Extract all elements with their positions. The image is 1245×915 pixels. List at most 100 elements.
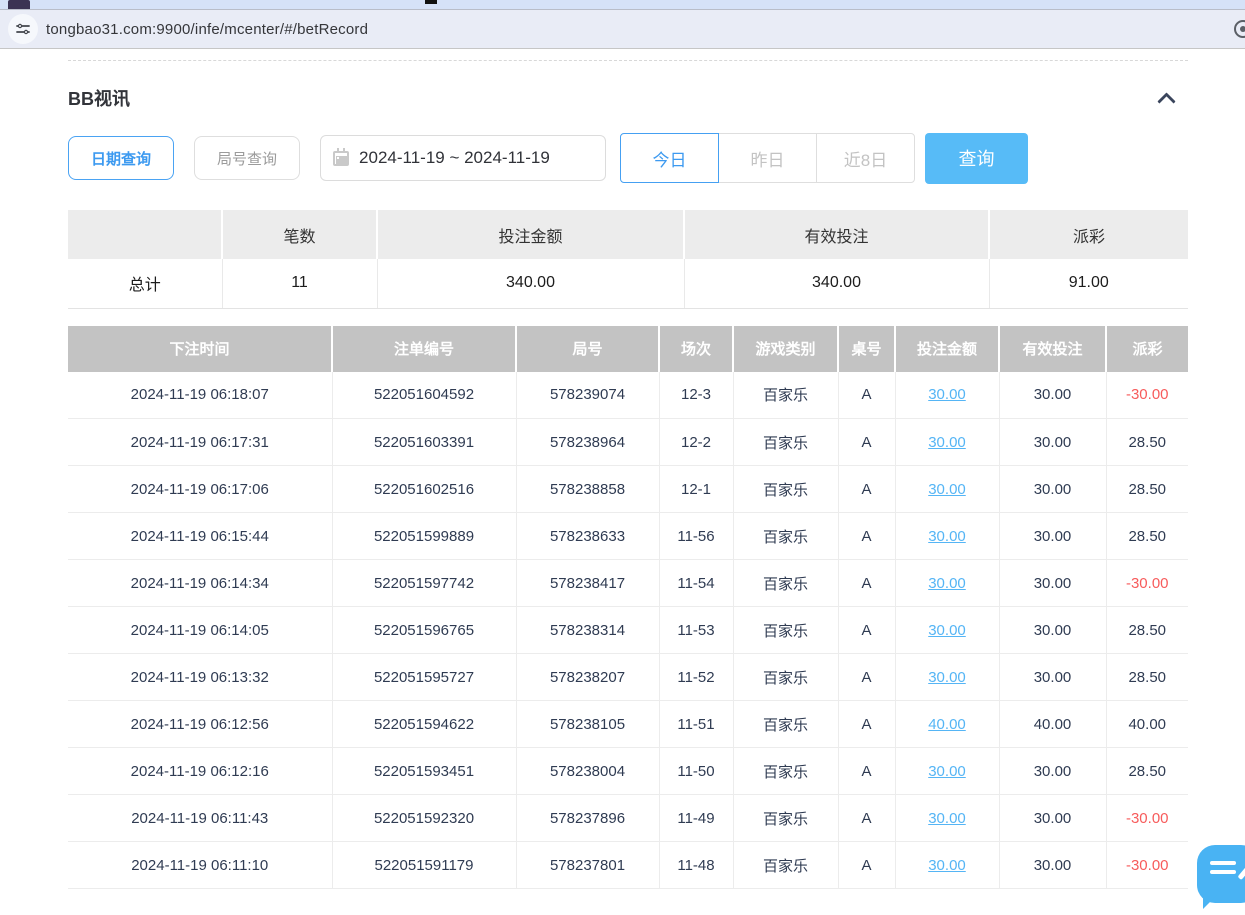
cell-round_id: 578237896 bbox=[516, 795, 659, 842]
cell-round_id: 578238004 bbox=[516, 748, 659, 795]
cell-payout: 28.50 bbox=[1106, 466, 1188, 513]
feedback-float-button[interactable] bbox=[1197, 845, 1245, 903]
column-header: 下注时间 bbox=[68, 326, 332, 372]
cell-table: A bbox=[838, 842, 895, 889]
cell-game: 百家乐 bbox=[733, 748, 838, 795]
cell-table: A bbox=[838, 419, 895, 466]
cell-round_id: 578238858 bbox=[516, 466, 659, 513]
reader-mode-icon[interactable] bbox=[1234, 20, 1245, 38]
bet-amount-link[interactable]: 30.00 bbox=[928, 386, 966, 403]
bet-amount-link[interactable]: 30.00 bbox=[928, 669, 966, 686]
table-row: 2024-11-19 06:15:44522051599889578238633… bbox=[68, 513, 1188, 560]
cell-bet: 30.00 bbox=[895, 795, 999, 842]
cell-time: 2024-11-19 06:12:56 bbox=[68, 701, 332, 748]
total-label: 总计 bbox=[68, 259, 222, 308]
total-bet-amount: 340.00 bbox=[377, 259, 684, 308]
site-settings-icon[interactable] bbox=[8, 14, 38, 44]
bet-amount-link[interactable]: 30.00 bbox=[928, 528, 966, 545]
table-row: 2024-11-19 06:14:05522051596765578238314… bbox=[68, 607, 1188, 654]
quick-range-last8days-button[interactable]: 近8日 bbox=[816, 133, 915, 183]
bet-record-page: BB视讯 日期查询 局号查询 2024-11-19 ~ 2024-11-19 今… bbox=[0, 60, 1245, 889]
cell-valid: 30.00 bbox=[999, 560, 1106, 607]
collapse-button[interactable] bbox=[1156, 87, 1178, 109]
cell-order_id: 522051595727 bbox=[332, 654, 516, 701]
tune-icon bbox=[15, 21, 31, 37]
summary-total-row: 总计 11 340.00 340.00 91.00 bbox=[68, 259, 1188, 308]
section-header: BB视讯 bbox=[68, 85, 1188, 111]
bet-amount-link[interactable]: 30.00 bbox=[928, 763, 966, 780]
quick-range-today-button[interactable]: 今日 bbox=[620, 133, 719, 183]
bet-amount-link[interactable]: 30.00 bbox=[928, 622, 966, 639]
cell-valid: 30.00 bbox=[999, 654, 1106, 701]
cell-order_id: 522051603391 bbox=[332, 419, 516, 466]
cell-valid: 30.00 bbox=[999, 748, 1106, 795]
cell-bet: 30.00 bbox=[895, 372, 999, 419]
cell-round_id: 578238105 bbox=[516, 701, 659, 748]
cell-payout: -30.00 bbox=[1106, 560, 1188, 607]
cell-valid: 30.00 bbox=[999, 513, 1106, 560]
tab-drag-mark bbox=[425, 0, 437, 4]
column-header: 注单编号 bbox=[332, 326, 516, 372]
cell-table: A bbox=[838, 372, 895, 419]
cell-payout: -30.00 bbox=[1106, 795, 1188, 842]
cell-bet: 30.00 bbox=[895, 560, 999, 607]
browser-url-bar[interactable]: tongbao31.com:9900/infe/mcenter/#/betRec… bbox=[0, 10, 1245, 49]
quick-range-group: 今日 昨日 近8日 bbox=[620, 133, 915, 183]
cell-payout: 28.50 bbox=[1106, 654, 1188, 701]
summary-header-payout: 派彩 bbox=[989, 210, 1188, 259]
cell-game: 百家乐 bbox=[733, 654, 838, 701]
summary-header-valid-bet: 有效投注 bbox=[684, 210, 989, 259]
table-row: 2024-11-19 06:13:32522051595727578238207… bbox=[68, 654, 1188, 701]
cell-time: 2024-11-19 06:17:06 bbox=[68, 466, 332, 513]
cell-bet: 30.00 bbox=[895, 654, 999, 701]
cell-session: 12-3 bbox=[659, 372, 733, 419]
cell-time: 2024-11-19 06:13:32 bbox=[68, 654, 332, 701]
cell-game: 百家乐 bbox=[733, 560, 838, 607]
bet-amount-link[interactable]: 40.00 bbox=[928, 716, 966, 733]
query-mode-date-button[interactable]: 日期查询 bbox=[68, 136, 174, 180]
total-count: 11 bbox=[222, 259, 377, 308]
bet-amount-link[interactable]: 30.00 bbox=[928, 434, 966, 451]
total-payout: 91.00 bbox=[989, 259, 1188, 308]
cell-session: 11-53 bbox=[659, 607, 733, 654]
browser-tab-strip bbox=[0, 0, 1245, 10]
bet-amount-link[interactable]: 30.00 bbox=[928, 481, 966, 498]
bet-amount-link[interactable]: 30.00 bbox=[928, 857, 966, 874]
table-row: 2024-11-19 06:14:34522051597742578238417… bbox=[68, 560, 1188, 607]
cell-table: A bbox=[838, 466, 895, 513]
cell-order_id: 522051596765 bbox=[332, 607, 516, 654]
cell-payout: -30.00 bbox=[1106, 842, 1188, 889]
bet-amount-link[interactable]: 30.00 bbox=[928, 575, 966, 592]
query-mode-round-button[interactable]: 局号查询 bbox=[194, 136, 300, 180]
cell-table: A bbox=[838, 701, 895, 748]
summary-header-empty bbox=[68, 210, 222, 259]
cell-order_id: 522051593451 bbox=[332, 748, 516, 795]
bet-records-table: 下注时间注单编号局号场次游戏类别桌号投注金额有效投注派彩 2024-11-19 … bbox=[68, 326, 1188, 890]
bet-amount-link[interactable]: 30.00 bbox=[928, 810, 966, 827]
date-range-picker[interactable]: 2024-11-19 ~ 2024-11-19 bbox=[320, 135, 606, 181]
cell-table: A bbox=[838, 748, 895, 795]
column-header: 派彩 bbox=[1106, 326, 1188, 372]
pencil-icon bbox=[1238, 860, 1245, 880]
cell-time: 2024-11-19 06:17:31 bbox=[68, 419, 332, 466]
records-body: 2024-11-19 06:18:07522051604592578239074… bbox=[68, 372, 1188, 889]
cell-bet: 30.00 bbox=[895, 607, 999, 654]
cell-bet: 30.00 bbox=[895, 513, 999, 560]
cell-game: 百家乐 bbox=[733, 466, 838, 513]
cell-valid: 30.00 bbox=[999, 466, 1106, 513]
cell-game: 百家乐 bbox=[733, 513, 838, 560]
column-header: 局号 bbox=[516, 326, 659, 372]
table-row: 2024-11-19 06:18:07522051604592578239074… bbox=[68, 372, 1188, 419]
total-valid-bet: 340.00 bbox=[684, 259, 989, 308]
cell-time: 2024-11-19 06:12:16 bbox=[68, 748, 332, 795]
cell-payout: 28.50 bbox=[1106, 607, 1188, 654]
table-row: 2024-11-19 06:12:16522051593451578238004… bbox=[68, 748, 1188, 795]
cell-session: 11-48 bbox=[659, 842, 733, 889]
search-button[interactable]: 查询 bbox=[925, 133, 1028, 184]
url-text[interactable]: tongbao31.com:9900/infe/mcenter/#/betRec… bbox=[46, 21, 368, 38]
quick-range-yesterday-button[interactable]: 昨日 bbox=[718, 133, 817, 183]
cell-order_id: 522051604592 bbox=[332, 372, 516, 419]
cell-round_id: 578238314 bbox=[516, 607, 659, 654]
cell-valid: 30.00 bbox=[999, 795, 1106, 842]
table-row: 2024-11-19 06:17:31522051603391578238964… bbox=[68, 419, 1188, 466]
